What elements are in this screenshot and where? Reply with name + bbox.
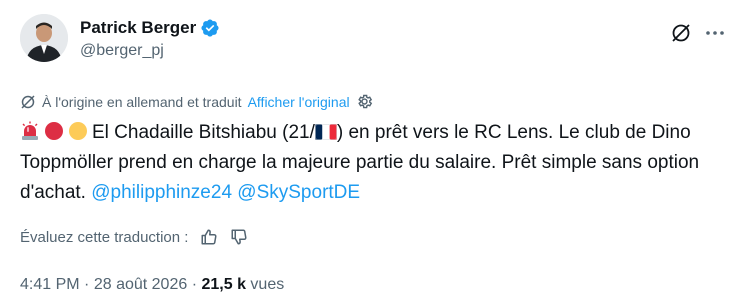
show-original-link[interactable]: Afficher l'original bbox=[248, 94, 350, 110]
tweet-body: El Chadaille Bitshiabu (21/ ) en prêt ve… bbox=[20, 118, 720, 208]
rate-translation-row: Évaluez cette traduction : bbox=[20, 228, 248, 246]
mention-link[interactable]: @philipphinze24 bbox=[91, 182, 232, 203]
separator: · bbox=[191, 276, 198, 293]
thumbs-up-icon[interactable] bbox=[200, 228, 218, 246]
separator: · bbox=[84, 276, 90, 293]
author-display-name[interactable]: Patrick Berger bbox=[80, 18, 196, 38]
views-count: 21,5 k bbox=[201, 276, 246, 293]
tweet-header: Patrick Berger @berger_pj bbox=[20, 14, 724, 74]
red-circle-icon bbox=[44, 121, 64, 141]
grok-icon[interactable] bbox=[670, 22, 692, 44]
yellow-circle-icon bbox=[68, 121, 88, 141]
rotating-light-icon bbox=[20, 121, 40, 141]
author-handle[interactable]: @berger_pj bbox=[80, 42, 220, 60]
views-label: vues bbox=[250, 276, 285, 293]
tweet-time[interactable]: 4:41 PM bbox=[20, 276, 80, 293]
translation-bar: À l'origine en allemand et traduit Affic… bbox=[20, 93, 373, 110]
mention-link[interactable]: @SkySportDE bbox=[237, 182, 360, 203]
verified-badge-icon bbox=[200, 18, 220, 38]
translate-icon bbox=[20, 94, 36, 110]
avatar[interactable] bbox=[20, 14, 68, 62]
tweet-meta: 4:41 PM · 28 août 2026 · 21,5 k vues bbox=[20, 276, 284, 294]
gear-icon[interactable] bbox=[356, 93, 373, 110]
tweet-text-part-1: El Chadaille Bitshiabu (21/ bbox=[92, 122, 315, 143]
more-options-icon[interactable] bbox=[704, 26, 726, 40]
france-flag-icon bbox=[314, 120, 337, 140]
thumbs-down-icon[interactable] bbox=[230, 228, 248, 246]
tweet-date[interactable]: 28 août 2026 bbox=[94, 276, 187, 293]
rate-translation-label: Évaluez cette traduction : bbox=[20, 228, 189, 246]
translation-note: À l'origine en allemand et traduit bbox=[42, 93, 242, 110]
author-block[interactable]: Patrick Berger @berger_pj bbox=[80, 18, 220, 60]
